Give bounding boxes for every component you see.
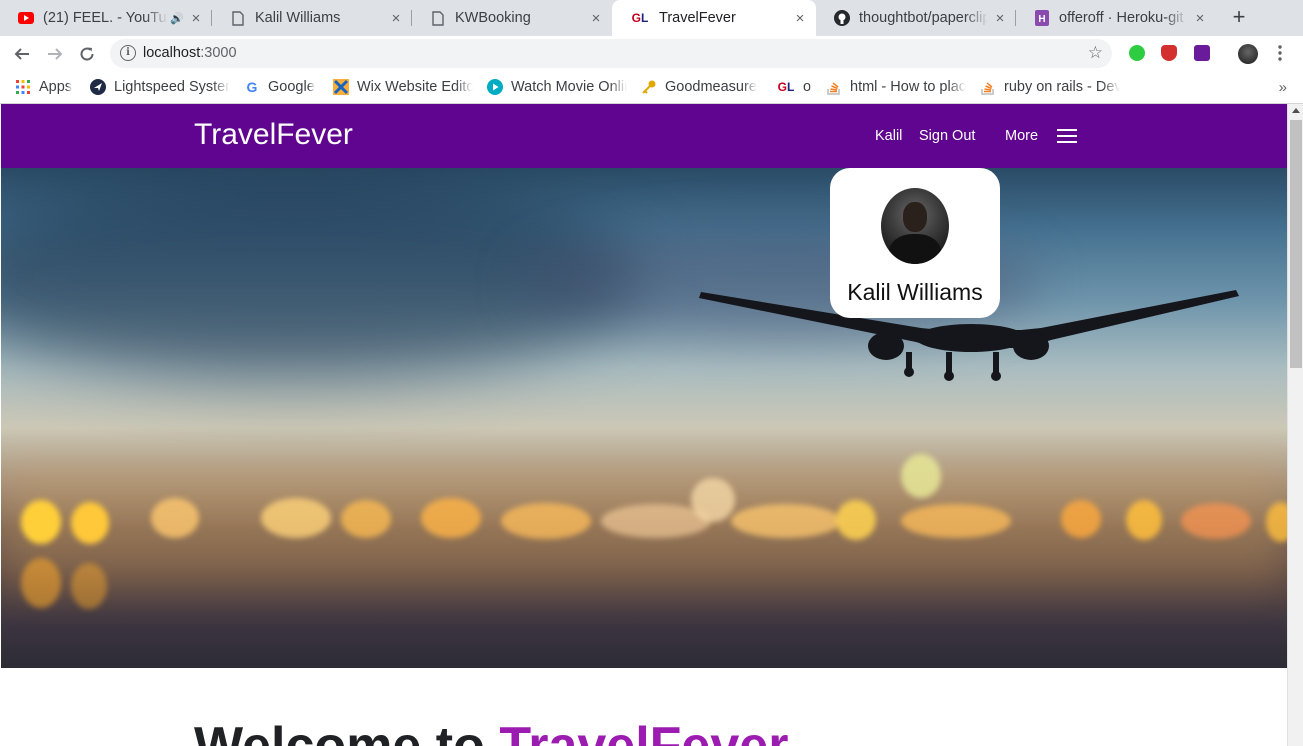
new-tab-button[interactable]: +: [1227, 6, 1251, 30]
back-arrow-icon: [14, 48, 29, 60]
forward-arrow-icon: [48, 48, 63, 60]
svg-text:H: H: [1038, 14, 1045, 25]
close-icon[interactable]: ×: [792, 10, 808, 27]
bookmark-label: Apps: [39, 79, 73, 95]
bookmark-html-place[interactable]: html - How to place: [826, 76, 966, 98]
profile-avatar-icon[interactable]: [1238, 44, 1258, 64]
bookmark-watch-movie[interactable]: Watch Movie Online: [487, 76, 627, 98]
url-host: localhost: [143, 45, 201, 61]
tab-kwbooking[interactable]: KWBooking ×: [412, 0, 612, 36]
gl-icon: GL: [631, 11, 649, 25]
back-button[interactable]: [10, 42, 34, 66]
adblock-icon[interactable]: [1161, 45, 1177, 61]
site-info-icon[interactable]: i: [120, 45, 136, 61]
bookmark-label: Google: [268, 79, 315, 95]
tab-title: thoughtbot/paperclip: [859, 10, 988, 26]
bookmark-label: Lightspeed Systems: [114, 79, 230, 95]
reload-button[interactable]: [75, 42, 99, 66]
browser-window: (21) FEEL. - YouTube 🔊 × Kalil Williams …: [0, 0, 1303, 746]
forward-button[interactable]: [43, 42, 67, 66]
bookmark-google[interactable]: G Google: [244, 76, 320, 98]
hero-banner-image: [1, 168, 1287, 668]
key-icon: [641, 79, 657, 95]
extension-green-icon[interactable]: [1129, 45, 1145, 61]
bookmark-label: ruby on rails - Devise: [1004, 79, 1120, 95]
address-url: localhost:3000: [143, 45, 237, 61]
stackoverflow-icon: [980, 79, 996, 95]
bookmark-ruby-rails[interactable]: ruby on rails - Devise: [980, 76, 1120, 98]
bookmark-gl[interactable]: GL o: [777, 76, 817, 98]
tab-title: (21) FEEL. - YouTube: [43, 10, 168, 26]
nav-user-link[interactable]: Kalil: [875, 128, 902, 144]
profile-avatar[interactable]: [881, 188, 949, 264]
heroku-icon: H: [1034, 10, 1050, 26]
tab-travelfever[interactable]: GL TravelFever ×: [612, 0, 816, 36]
sign-out-link[interactable]: Sign Out: [919, 128, 975, 144]
bookmark-goodmeasure[interactable]: Goodmeasure: [641, 76, 767, 98]
tab-youtube[interactable]: (21) FEEL. - YouTube 🔊 ×: [0, 0, 212, 36]
tab-title: offeroff · Heroku-git: [1059, 10, 1184, 26]
bookmarks-bar: Apps Lightspeed Systems G Google Wix Web…: [0, 71, 1303, 104]
welcome-accent: TravelFever: [499, 717, 789, 746]
page-scrollbar[interactable]: [1287, 104, 1303, 746]
url-port: :3000: [200, 45, 237, 61]
bookmark-label: Goodmeasure: [665, 79, 757, 95]
document-icon: [430, 10, 446, 26]
bookmark-label: Wix Website Editor: [357, 79, 473, 95]
bookmark-apps[interactable]: Apps: [15, 76, 85, 98]
tab-title: KWBooking: [455, 10, 531, 26]
close-icon[interactable]: ×: [388, 10, 404, 27]
apps-grid-icon: [15, 79, 31, 95]
address-bar[interactable]: i localhost:3000 ☆: [110, 39, 1112, 68]
bookmark-lightspeed[interactable]: Lightspeed Systems: [90, 76, 230, 98]
brand-logo[interactable]: TravelFever: [194, 118, 353, 152]
close-icon[interactable]: ×: [1192, 10, 1208, 27]
document-icon: [230, 10, 246, 26]
site-navbar: TravelFever Kalil Sign Out More: [1, 104, 1287, 168]
browser-menu-icon[interactable]: [1277, 44, 1283, 62]
welcome-prefix: Welcome to: [194, 717, 500, 746]
close-icon[interactable]: ×: [188, 10, 204, 27]
tab-heroku[interactable]: H offeroff · Heroku-git ×: [1016, 0, 1216, 36]
tab-title: Kalil Williams: [255, 10, 341, 26]
bookmark-wix[interactable]: Wix Website Editor: [333, 76, 473, 98]
page-viewport: TravelFever Kalil Sign Out More Kalil Wi…: [1, 104, 1287, 746]
google-icon: G: [246, 79, 258, 95]
close-icon[interactable]: ×: [992, 10, 1008, 27]
stackoverflow-icon: [826, 79, 842, 95]
gl-icon: GL: [777, 80, 795, 94]
welcome-heading: Welcome to TravelFever: [194, 716, 788, 746]
youtube-icon: [18, 10, 34, 26]
extension-purple-icon[interactable]: [1194, 45, 1210, 61]
tab-title: TravelFever: [659, 10, 736, 26]
wix-icon: [333, 79, 349, 95]
hamburger-menu-icon[interactable]: [1057, 129, 1077, 143]
bookmarks-overflow-icon[interactable]: »: [1279, 79, 1287, 96]
scrollbar-thumb[interactable]: [1290, 120, 1302, 368]
lightspeed-icon: [90, 79, 106, 95]
bookmark-star-icon[interactable]: ☆: [1088, 43, 1103, 63]
scroll-up-arrow-icon[interactable]: [1292, 108, 1300, 113]
profile-name: Kalil Williams: [847, 279, 983, 305]
tab-paperclip[interactable]: thoughtbot/paperclip ×: [816, 0, 1016, 36]
bookmark-label: html - How to place: [850, 79, 966, 95]
bookmark-label: Watch Movie Online: [511, 79, 627, 95]
play-icon: [487, 79, 503, 95]
close-icon[interactable]: ×: [588, 10, 604, 27]
tab-strip: (21) FEEL. - YouTube 🔊 × Kalil Williams …: [0, 0, 1303, 36]
bookmark-label: o: [803, 79, 812, 95]
github-icon: [834, 10, 850, 26]
more-link[interactable]: More: [1005, 128, 1038, 144]
profile-card[interactable]: Kalil Williams: [830, 168, 1000, 318]
tab-kalil-williams[interactable]: Kalil Williams ×: [212, 0, 412, 36]
reload-icon: [80, 47, 94, 61]
browser-toolbar: i localhost:3000 ☆: [0, 36, 1303, 71]
speaker-icon: 🔊: [170, 12, 184, 25]
